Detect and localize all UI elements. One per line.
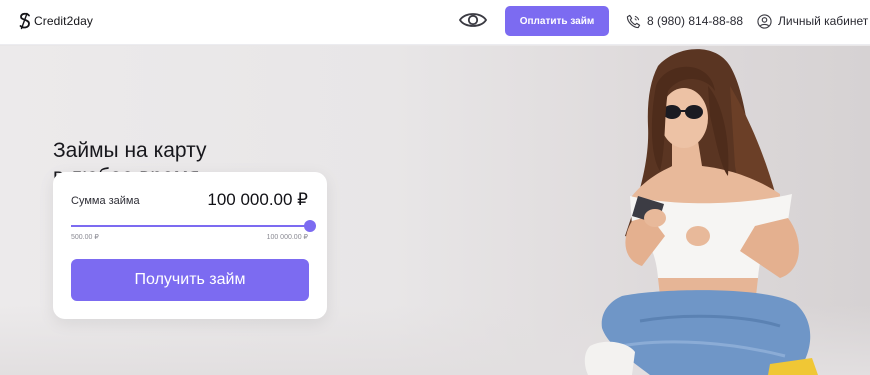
slider-fill (71, 225, 310, 227)
pay-loan-button[interactable]: Оплатить займ (505, 6, 609, 36)
logo[interactable]: Credit2day (18, 12, 93, 30)
phone-icon (626, 14, 641, 28)
get-loan-button[interactable]: Получить займ (71, 259, 309, 301)
slider-thumb[interactable] (304, 220, 316, 232)
slider-max-label: 100 000.00 ₽ (266, 234, 308, 241)
hero-woman-photo (584, 49, 818, 375)
logo-icon (19, 12, 30, 30)
site-header: Credit2day Оплатить займ 8 (980) 814-88-… (0, 0, 870, 45)
accessibility-eye-button[interactable] (458, 9, 488, 31)
loan-calculator-card: Сумма займа 100 000.00 ₽ 500.00 ₽ 100 00… (53, 172, 327, 319)
user-icon (757, 13, 772, 29)
personal-cabinet-label: Личный кабинет (778, 14, 869, 28)
loan-amount-value: 100 000.00 ₽ (207, 190, 308, 209)
phone-number: 8 (980) 814-88-88 (647, 14, 744, 28)
eye-icon (458, 13, 488, 27)
phone-link[interactable]: 8 (980) 814-88-88 (626, 12, 743, 30)
loan-amount-label: Сумма займа (71, 195, 140, 207)
logo-text: Credit2day (34, 14, 94, 28)
loan-amount-slider[interactable] (71, 220, 316, 232)
slider-min-label: 500.00 ₽ (71, 234, 99, 241)
personal-cabinet-link[interactable]: Личный кабинет (757, 12, 868, 30)
